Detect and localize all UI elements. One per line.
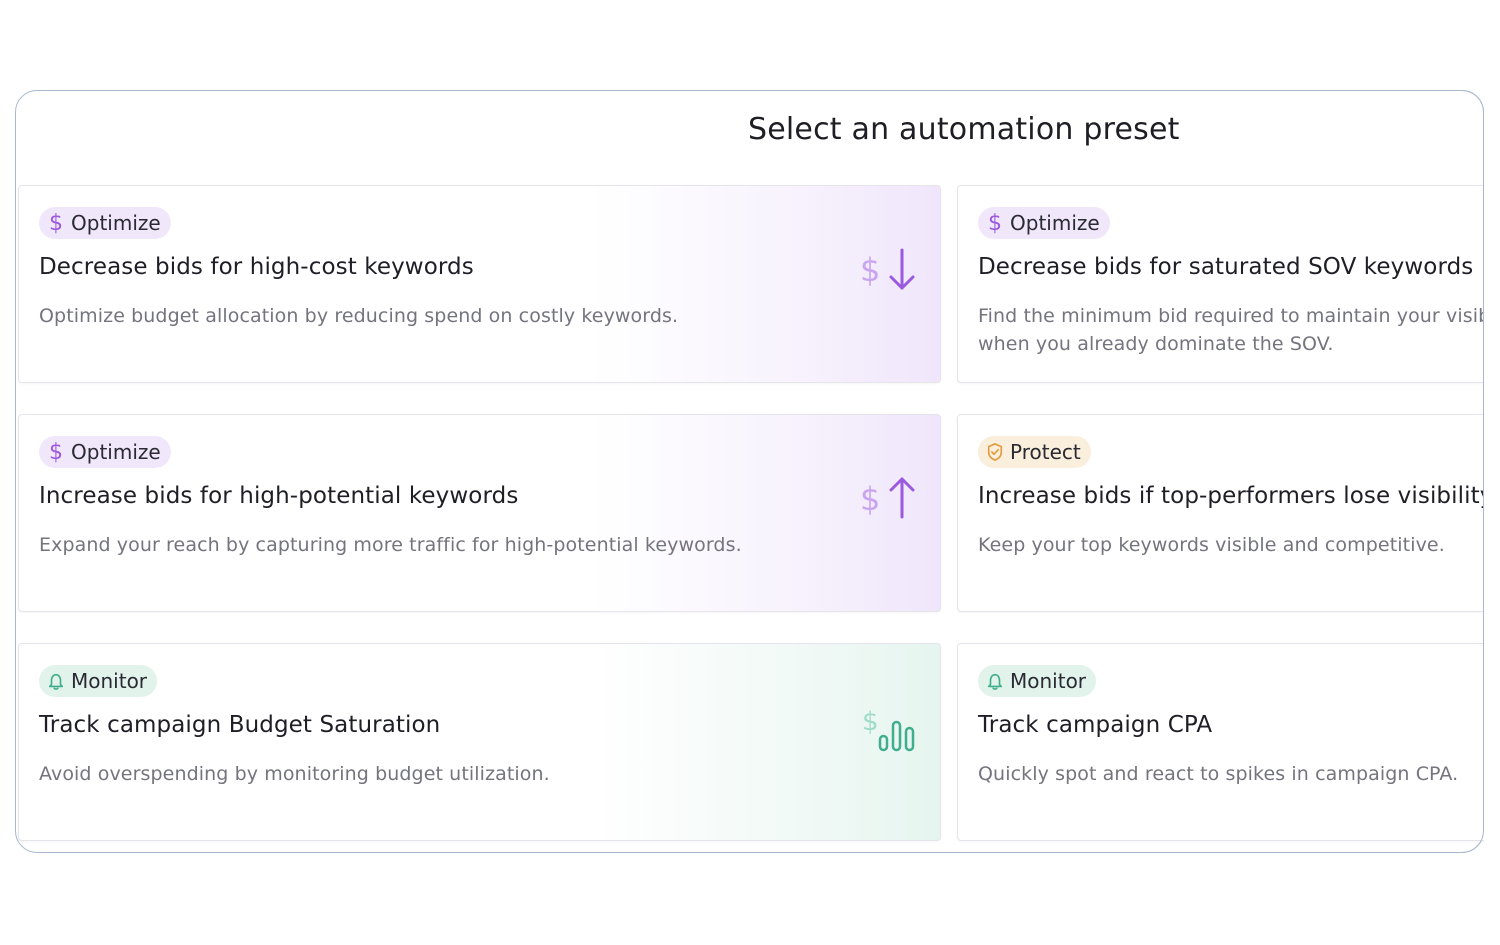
preset-description: Optimize budget allocation by reducing s… — [39, 305, 679, 327]
preset-card-decrease-high-cost[interactable]: $ Optimize Decrease bids for high-cost k… — [18, 185, 941, 383]
panel-bottom-mask — [0, 854, 1500, 945]
preset-description: Expand your reach by capturing more traf… — [39, 534, 742, 556]
svg-text:$: $ — [860, 251, 880, 289]
preset-title: Decrease bids for saturated SOV keywords — [978, 254, 1474, 280]
shield-check-icon — [986, 441, 1004, 463]
dollar-arrow-down-icon: $ — [860, 248, 915, 290]
preset-card-decrease-saturated-sov[interactable]: $ Optimize Decrease bids for saturated S… — [957, 185, 1500, 383]
preset-description: Keep your top keywords visible and compe… — [978, 534, 1445, 556]
preset-title: Decrease bids for high-cost keywords — [39, 254, 474, 280]
dollar-bar-chart-icon: $ — [862, 707, 915, 752]
preset-card-increase-top-performers[interactable]: Protect Increase bids if top-performers … — [957, 414, 1497, 612]
preset-title: Increase bids for high-potential keyword… — [39, 483, 519, 509]
preset-title: Track campaign Budget Saturation — [39, 712, 441, 738]
svg-text:$: $ — [860, 480, 880, 518]
category-badge-monitor: Monitor — [39, 665, 158, 697]
category-badge-optimize: $ Optimize — [39, 436, 171, 468]
dollar-icon: $ — [49, 439, 63, 465]
dollar-icon: $ — [49, 210, 63, 236]
preset-description: Find the minimum bid required to maintai… — [978, 305, 1500, 355]
preset-title: Track campaign CPA — [978, 712, 1213, 738]
dollar-icon: $ — [988, 210, 1002, 236]
dollar-arrow-up-icon: $ — [860, 477, 915, 519]
bell-icon — [47, 670, 65, 692]
preset-card-track-cpa[interactable]: Monitor Track campaign CPA Quickly spot … — [957, 643, 1497, 841]
category-badge-monitor: Monitor — [978, 665, 1097, 697]
category-badge-optimize: $ Optimize — [39, 207, 171, 239]
category-badge-protect: Protect — [978, 436, 1091, 468]
preset-card-track-budget-saturation[interactable]: Monitor Track campaign Budget Saturation… — [18, 643, 941, 841]
category-badge-optimize: $ Optimize — [978, 207, 1110, 239]
preset-title: Increase bids if top-performers lose vis… — [978, 483, 1494, 509]
right-clip-edge — [1484, 0, 1500, 945]
preset-card-increase-high-potential[interactable]: $ Optimize Increase bids for high-potent… — [18, 414, 941, 612]
bell-icon — [986, 670, 1004, 692]
svg-text:$: $ — [862, 707, 879, 737]
preset-description: Avoid overspending by monitoring budget … — [39, 763, 550, 785]
preset-description: Quickly spot and react to spikes in camp… — [978, 763, 1459, 785]
